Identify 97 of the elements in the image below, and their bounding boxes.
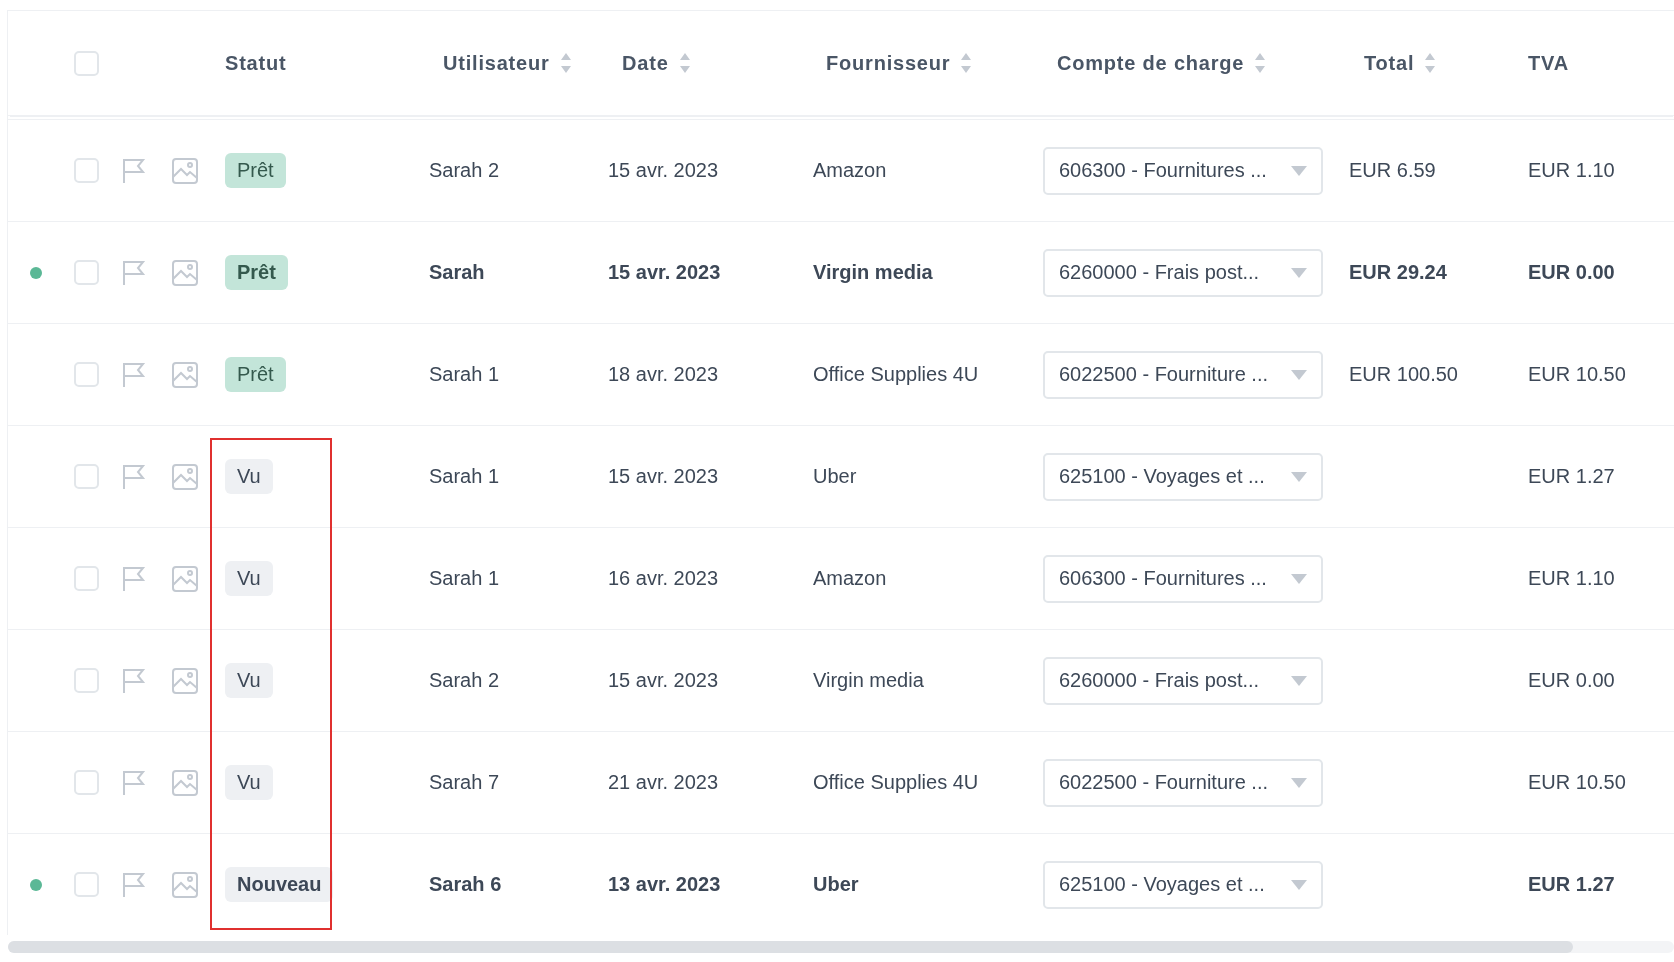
image-icon[interactable] — [172, 667, 198, 694]
table-cell: Sarah 2 — [429, 159, 500, 181]
table-cell: EUR 1.10 — [1528, 567, 1615, 589]
checkbox[interactable] — [73, 158, 99, 183]
table-cell: Amazon — [813, 159, 887, 181]
account-dropdown[interactable]: 6022500 - Fourniture ... — [1043, 758, 1323, 807]
table-cell: EUR 1.27 — [1528, 465, 1615, 487]
checkbox[interactable] — [73, 872, 99, 897]
table-cell: Virgin media — [813, 669, 924, 691]
table-cell: EUR 100.50 — [1349, 363, 1458, 385]
table-cell: Uber — [813, 465, 857, 487]
table-cell: EUR 0.00 — [1528, 261, 1615, 283]
sort-icon[interactable] — [559, 52, 572, 74]
table-cell: Sarah 2 — [429, 669, 500, 691]
column-header: Fournisseur — [826, 51, 951, 75]
caret-icon — [1291, 675, 1307, 686]
table-cell: EUR 1.10 — [1528, 159, 1615, 181]
flag-icon[interactable] — [122, 565, 146, 592]
image-icon[interactable] — [172, 871, 198, 898]
table-cell: EUR 29.24 — [1349, 261, 1447, 283]
status-badge: Vu — [225, 765, 273, 800]
sort-icon[interactable] — [678, 52, 691, 74]
column-header: Statut — [225, 51, 287, 75]
sort-icon[interactable] — [1254, 52, 1267, 74]
table-cell: 18 avr. 2023 — [608, 363, 719, 385]
caret-icon — [1291, 879, 1307, 890]
table-cell: Uber — [813, 873, 859, 895]
status-badge: Prêt — [225, 255, 288, 290]
caret-icon — [1291, 267, 1307, 278]
status-badge: Nouveau — [225, 867, 334, 902]
account-dropdown[interactable]: 6022500 - Fourniture ... — [1043, 350, 1323, 399]
table-cell: EUR 1.27 — [1528, 873, 1615, 895]
table-cell: 13 avr. 2023 — [608, 873, 721, 895]
column-header: Date — [622, 51, 669, 75]
table-cell: Sarah 1 — [429, 465, 500, 487]
flag-icon[interactable] — [122, 667, 146, 694]
caret-icon — [1291, 369, 1307, 380]
table-cell: 16 avr. 2023 — [608, 567, 719, 589]
table-cell: EUR 0.00 — [1528, 669, 1615, 691]
caret-icon — [1291, 777, 1307, 788]
table-cell: Office Supplies 4U — [813, 363, 979, 385]
caret-icon — [1291, 471, 1307, 482]
account-dropdown[interactable]: 606300 - Fournitures ... — [1043, 554, 1323, 603]
checkbox[interactable] — [73, 50, 99, 76]
image-icon[interactable] — [172, 769, 198, 796]
account-dropdown[interactable]: 625100 - Voyages et ... — [1043, 860, 1323, 909]
table-cell: Office Supplies 4U — [813, 771, 979, 793]
account-dropdown[interactable]: 606300 - Fournitures ... — [1043, 146, 1323, 195]
table-cell: 15 avr. 2023 — [608, 465, 719, 487]
table-cell: Sarah — [429, 261, 485, 283]
column-header: Utilisateur — [443, 51, 550, 75]
status-badge: Vu — [225, 459, 273, 494]
flag-icon[interactable] — [122, 157, 146, 184]
caret-icon — [1291, 165, 1307, 176]
flag-icon[interactable] — [122, 259, 146, 286]
status-badge: Prêt — [225, 357, 286, 392]
sort-icon[interactable] — [1424, 52, 1437, 74]
checkbox[interactable] — [73, 770, 99, 795]
table-cell: 15 avr. 2023 — [608, 669, 719, 691]
checkbox[interactable] — [73, 464, 99, 489]
account-dropdown[interactable]: 6260000 - Frais post... — [1043, 656, 1323, 705]
image-icon[interactable] — [172, 565, 198, 592]
status-badge: Vu — [225, 663, 273, 698]
table-cell: Sarah 7 — [429, 771, 500, 793]
column-header: Total — [1364, 51, 1415, 75]
column-header: Compte de charge — [1057, 51, 1245, 75]
table-cell: EUR 10.50 — [1528, 771, 1626, 793]
image-icon[interactable] — [172, 361, 198, 388]
image-icon[interactable] — [172, 157, 198, 184]
table-cell: 15 avr. 2023 — [608, 159, 719, 181]
table-cell: 21 avr. 2023 — [608, 771, 719, 793]
status-badge: Vu — [225, 561, 273, 596]
checkbox[interactable] — [73, 668, 99, 693]
table-cell: EUR 10.50 — [1528, 363, 1626, 385]
account-dropdown[interactable]: 6260000 - Frais post... — [1043, 248, 1323, 297]
table-cell: Sarah 6 — [429, 873, 502, 895]
checkbox[interactable] — [73, 566, 99, 591]
column-header: TVA — [1528, 51, 1569, 75]
image-icon[interactable] — [172, 259, 198, 286]
table-cell: Sarah 1 — [429, 363, 500, 385]
flag-icon[interactable] — [122, 871, 146, 898]
table-cell: Virgin media — [813, 261, 933, 283]
flag-icon[interactable] — [122, 463, 146, 490]
table-cell: 15 avr. 2023 — [608, 261, 721, 283]
flag-icon[interactable] — [122, 769, 146, 796]
status-badge: Prêt — [225, 153, 286, 188]
account-dropdown[interactable]: 625100 - Voyages et ... — [1043, 452, 1323, 501]
sort-icon[interactable] — [960, 52, 973, 74]
table-cell: Sarah 1 — [429, 567, 500, 589]
table-cell: Amazon — [813, 567, 887, 589]
caret-icon — [1291, 573, 1307, 584]
scrollbar[interactable] — [8, 941, 1674, 953]
flag-icon[interactable] — [122, 361, 146, 388]
table-cell: EUR 6.59 — [1349, 159, 1436, 181]
checkbox[interactable] — [73, 260, 99, 285]
image-icon[interactable] — [172, 463, 198, 490]
checkbox[interactable] — [73, 362, 99, 387]
